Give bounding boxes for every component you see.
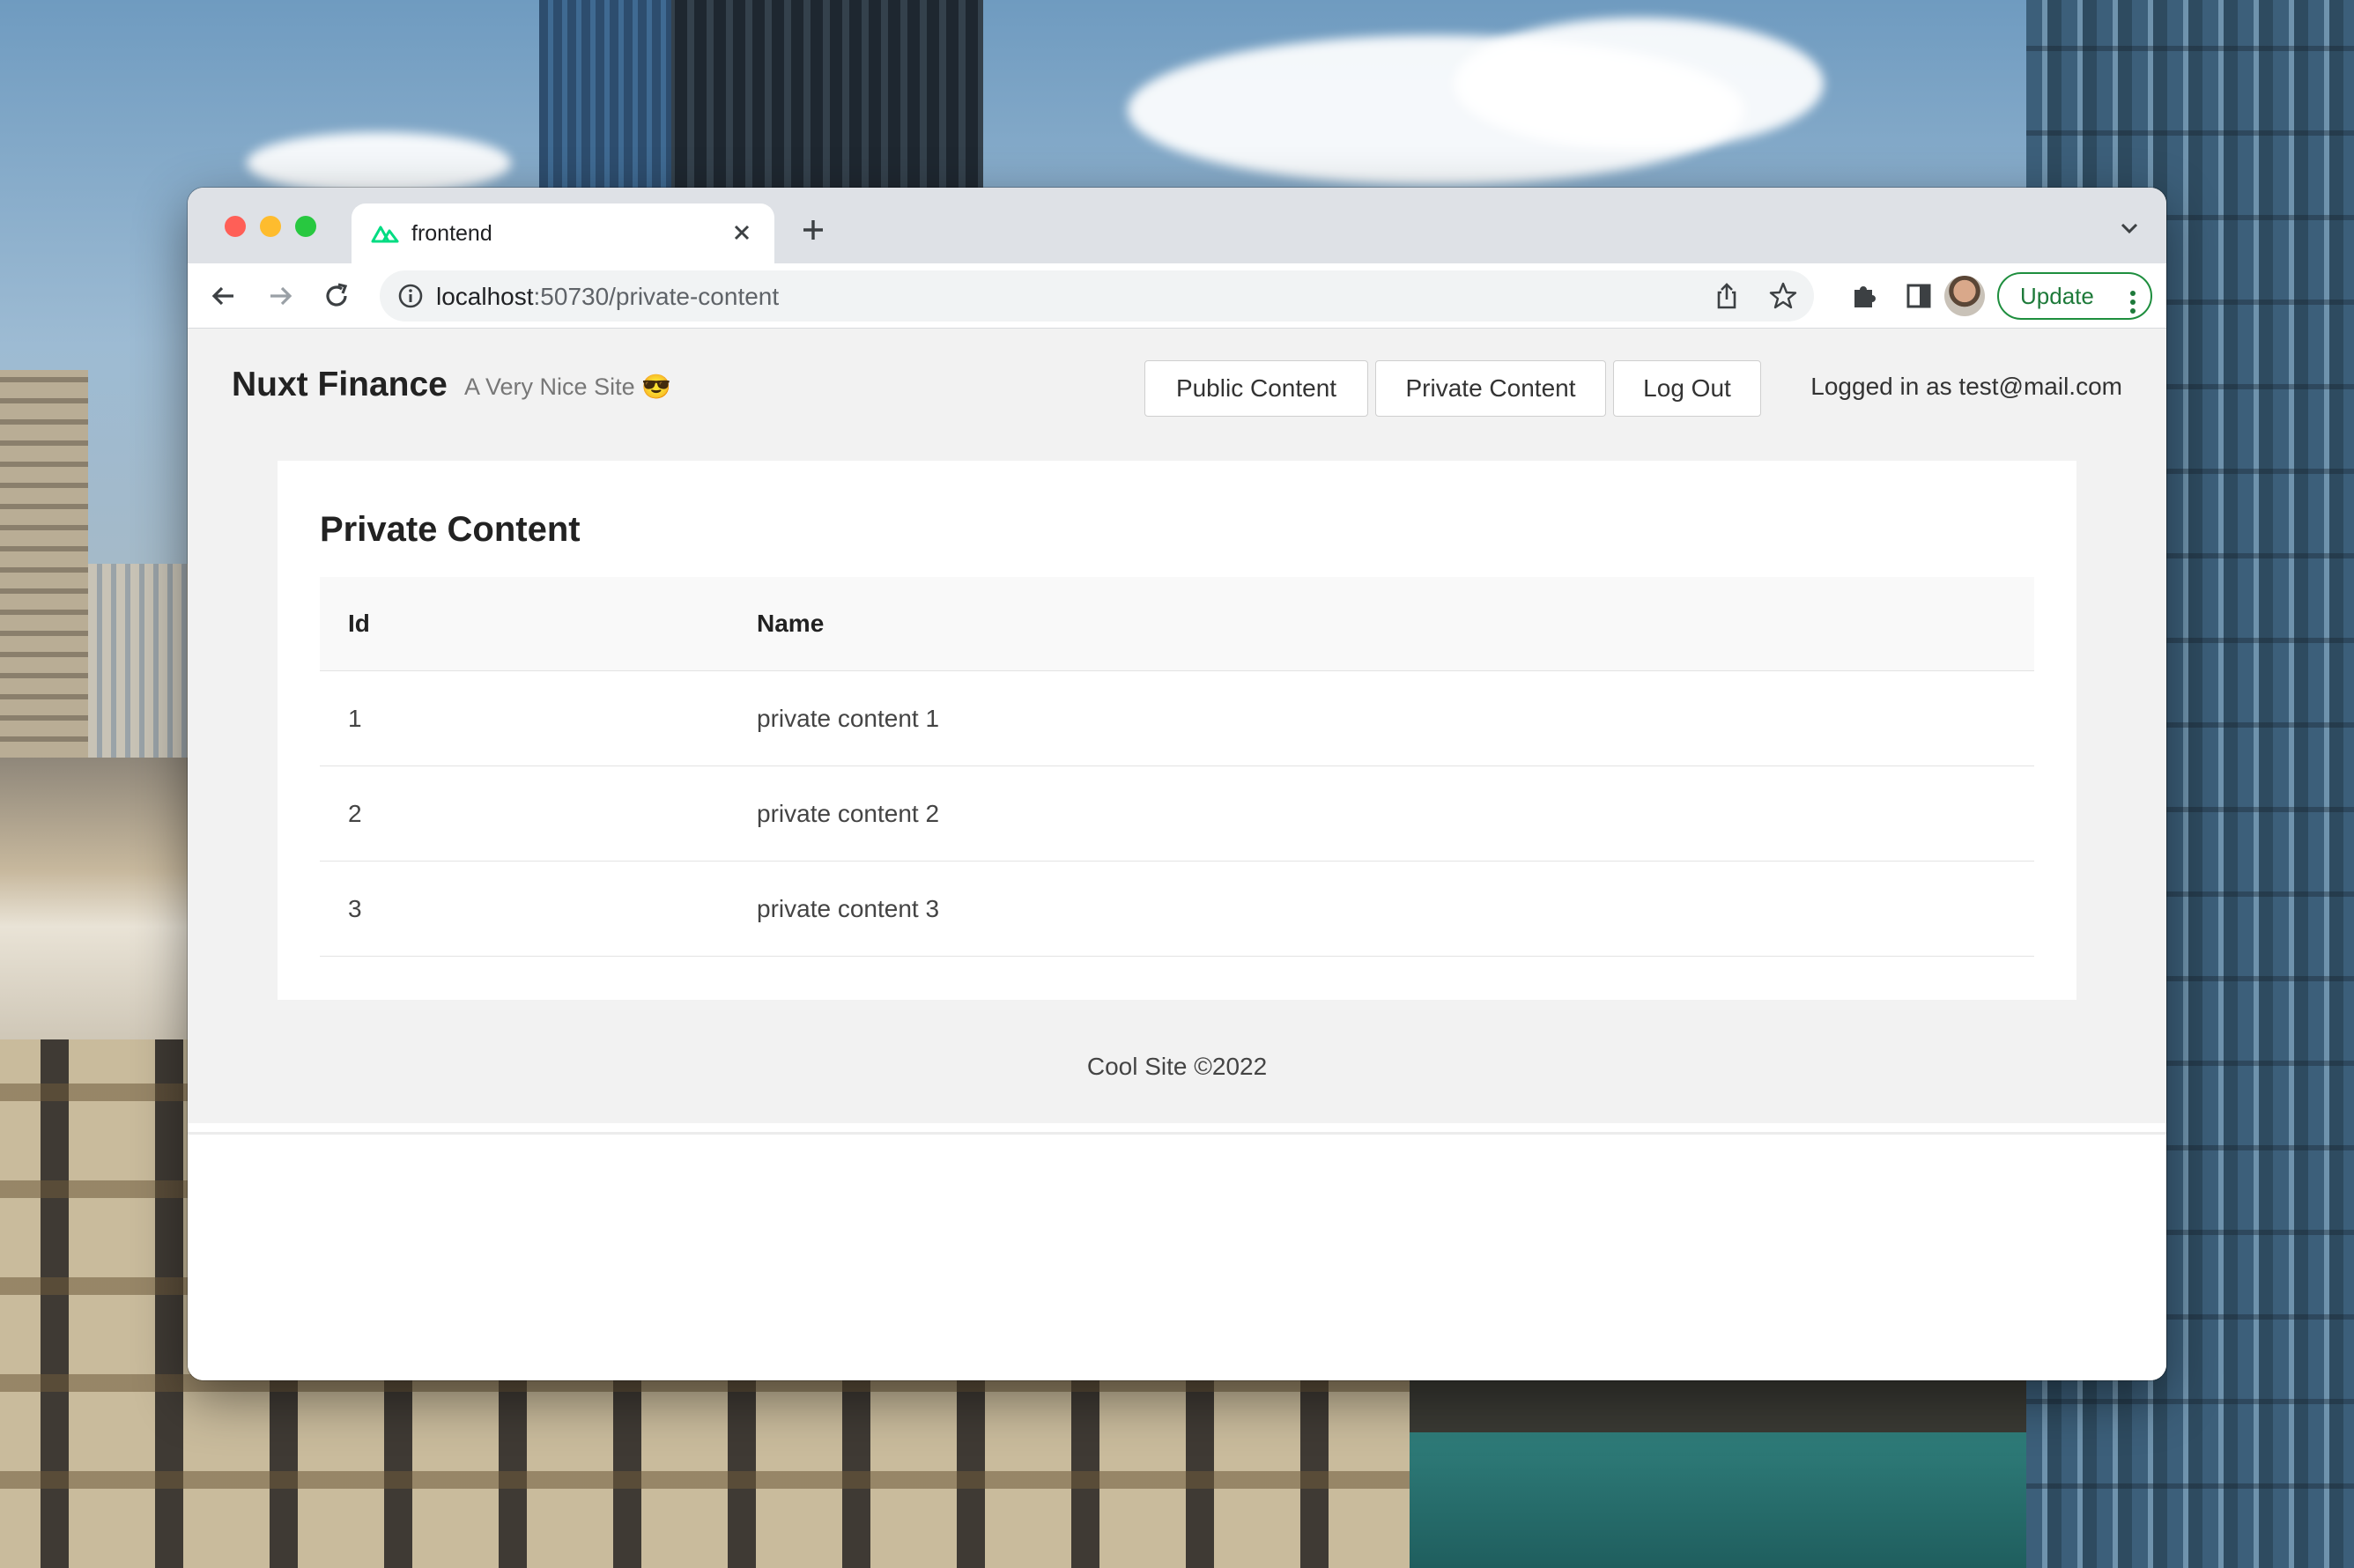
update-label: Update — [2020, 283, 2094, 309]
back-arrow-icon[interactable] — [207, 279, 241, 313]
tab-title: frontend — [411, 221, 492, 246]
profile-avatar[interactable] — [1944, 276, 1985, 316]
reload-icon[interactable] — [320, 279, 353, 313]
table-row: 2 private content 2 — [320, 766, 2034, 862]
logged-in-status: Logged in as test@mail.com — [1810, 373, 2122, 400]
wallpaper-cloud — [1454, 18, 1824, 150]
wallpaper-tower-glass — [539, 0, 671, 203]
url-host: localhost — [436, 283, 534, 310]
table-header: Id Name — [320, 577, 2034, 671]
forward-arrow-icon[interactable] — [263, 279, 297, 313]
brand-tagline: A Very Nice Site 😎 — [464, 374, 671, 400]
star-icon[interactable] — [1768, 281, 1798, 311]
column-header-id: Id — [348, 610, 370, 637]
page-title: Private Content — [320, 510, 581, 549]
divider — [188, 1132, 2166, 1135]
more-vertical-icon[interactable] — [2129, 285, 2136, 314]
cell-id: 2 — [348, 799, 362, 827]
browser-window: frontend localhost:50730/private-content — [188, 188, 2166, 1380]
url-text: localhost:50730/private-content — [436, 283, 779, 311]
side-panel-icon[interactable] — [1902, 279, 1936, 313]
cell-id: 3 — [348, 894, 362, 922]
window-minimize-button[interactable] — [260, 216, 281, 237]
wallpaper-cloud — [247, 132, 511, 194]
chevron-down-icon[interactable] — [2119, 219, 2140, 237]
update-button[interactable]: Update — [1997, 272, 2152, 320]
wallpaper-left-building — [88, 564, 194, 758]
wallpaper-river — [1410, 1374, 2026, 1568]
tab-strip: frontend — [188, 188, 2166, 263]
wallpaper-left-building — [0, 370, 88, 758]
wallpaper-rooftop — [0, 758, 194, 1039]
table-row: 3 private content 3 — [320, 862, 2034, 957]
browser-toolbar: localhost:50730/private-content Update — [188, 263, 2166, 329]
nuxt-logo-icon — [371, 221, 399, 244]
private-content-button[interactable]: Private Content — [1375, 360, 1606, 417]
info-icon[interactable] — [397, 283, 424, 309]
log-out-button[interactable]: Log Out — [1613, 360, 1761, 417]
page-viewport: Nuxt Finance A Very Nice Site 😎 Public C… — [188, 329, 2166, 1380]
brand-title[interactable]: Nuxt Finance — [232, 366, 448, 404]
table-row: 1 private content 1 — [320, 671, 2034, 766]
window-close-button[interactable] — [225, 216, 246, 237]
cell-name: private content 3 — [757, 894, 940, 922]
column-header-name: Name — [757, 610, 825, 637]
cell-name: private content 1 — [757, 704, 940, 732]
url-path: :50730/private-content — [533, 283, 780, 310]
share-icon[interactable] — [1712, 281, 1742, 311]
cell-id: 1 — [348, 704, 362, 732]
footer-text: Cool Site ©2022 — [1086, 1053, 1268, 1080]
plus-icon[interactable] — [796, 212, 831, 248]
public-content-button[interactable]: Public Content — [1144, 360, 1368, 417]
tab-frontend[interactable]: frontend — [352, 203, 774, 263]
close-icon[interactable] — [727, 218, 757, 248]
window-maximize-button[interactable] — [295, 216, 316, 237]
cell-name: private content 2 — [757, 799, 940, 827]
content-table: Id Name 1 private content 1 2 private co… — [320, 577, 2034, 957]
address-bar[interactable]: localhost:50730/private-content — [380, 270, 1814, 322]
extensions-puzzle-icon[interactable] — [1847, 279, 1881, 313]
content-card: Private Content Id Name 1 private conten… — [278, 461, 2076, 1000]
app-layout: Nuxt Finance A Very Nice Site 😎 Public C… — [188, 329, 2166, 1123]
